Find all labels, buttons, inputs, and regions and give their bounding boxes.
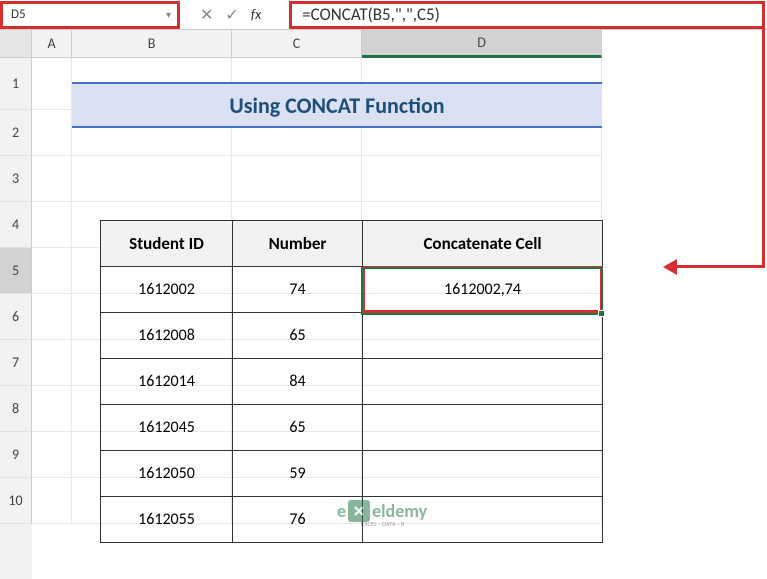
- row-header-3[interactable]: 3: [0, 156, 32, 202]
- col-header-B[interactable]: B: [72, 30, 232, 58]
- col-header-C[interactable]: C: [232, 30, 362, 58]
- grid: A B C D: [32, 30, 767, 579]
- cell-A4[interactable]: [32, 202, 72, 248]
- data-table: Student ID Number Concatenate Cell 16120…: [100, 220, 603, 543]
- cell-A9[interactable]: [32, 432, 72, 478]
- row-header-10[interactable]: 10: [0, 478, 32, 524]
- column-headers: A B C D: [32, 30, 767, 58]
- cell-A8[interactable]: [32, 386, 72, 432]
- table-row: 1612050 59: [101, 451, 603, 497]
- cancel-icon[interactable]: ✕: [200, 5, 213, 25]
- cell-A3[interactable]: [32, 156, 72, 202]
- cell-A1[interactable]: [32, 58, 72, 110]
- row-header-7[interactable]: 7: [0, 340, 32, 386]
- cell-A5[interactable]: [32, 248, 72, 294]
- cell-A7[interactable]: [32, 340, 72, 386]
- header-student-id[interactable]: Student ID: [101, 221, 233, 267]
- header-number[interactable]: Number: [233, 221, 363, 267]
- cell-student-id[interactable]: 1612045: [101, 405, 233, 451]
- header-concat[interactable]: Concatenate Cell: [363, 221, 603, 267]
- cell-A10[interactable]: [32, 478, 72, 524]
- fx-icon[interactable]: fx: [251, 6, 261, 23]
- table-header-row: Student ID Number Concatenate Cell: [101, 221, 603, 267]
- table-row: 1612008 65: [101, 313, 603, 359]
- name-box-value: D5: [11, 7, 26, 22]
- cell-concat[interactable]: [363, 359, 603, 405]
- cell-student-id[interactable]: 1612055: [101, 497, 233, 543]
- row-header-9[interactable]: 9: [0, 432, 32, 478]
- title-banner: Using CONCAT Function: [72, 82, 602, 128]
- cell-concat-result[interactable]: 1612002,74: [363, 267, 603, 313]
- concat-value: 1612002,74: [444, 280, 521, 299]
- row-header-8[interactable]: 8: [0, 386, 32, 432]
- formula-bar: D5 ▾ ✕ ✓ fx =CONCAT(B5,",",C5): [0, 0, 767, 30]
- cell-concat[interactable]: [363, 451, 603, 497]
- row-3: [32, 156, 767, 202]
- cell-student-id[interactable]: 1612002: [101, 267, 233, 313]
- cell-A2[interactable]: [32, 110, 72, 156]
- cell-student-id[interactable]: 1612014: [101, 359, 233, 405]
- col-header-A[interactable]: A: [32, 30, 72, 58]
- cell-student-id[interactable]: 1612008: [101, 313, 233, 359]
- row-header-2[interactable]: 2: [0, 110, 32, 156]
- row-header-6[interactable]: 6: [0, 294, 32, 340]
- cell-D3[interactable]: [362, 156, 602, 202]
- cell-C3[interactable]: [232, 156, 362, 202]
- cell-B3[interactable]: [72, 156, 232, 202]
- cell-number[interactable]: 84: [233, 359, 363, 405]
- name-box[interactable]: D5 ▾: [0, 1, 180, 29]
- cell-number[interactable]: 65: [233, 405, 363, 451]
- cell-number[interactable]: 65: [233, 313, 363, 359]
- row-header-4[interactable]: 4: [0, 202, 32, 248]
- table-row: 1612055 76: [101, 497, 603, 543]
- cell-concat[interactable]: [363, 313, 603, 359]
- row-header-5[interactable]: 5: [0, 248, 32, 294]
- cell-number[interactable]: 76: [233, 497, 363, 543]
- cell-A6[interactable]: [32, 294, 72, 340]
- row-header-1[interactable]: 1: [0, 58, 32, 110]
- row-headers: 1 2 3 4 5 6 7 8 9 10: [0, 30, 32, 579]
- check-icon[interactable]: ✓: [225, 5, 238, 25]
- cell-concat[interactable]: [363, 497, 603, 543]
- spreadsheet-area: 1 2 3 4 5 6 7 8 9 10 A B C D: [0, 30, 767, 579]
- cell-student-id[interactable]: 1612050: [101, 451, 233, 497]
- table-row: 1612045 65: [101, 405, 603, 451]
- formula-input[interactable]: =CONCAT(B5,",",C5): [289, 1, 765, 29]
- formula-text: =CONCAT(B5,",",C5): [302, 4, 440, 25]
- cell-number[interactable]: 59: [233, 451, 363, 497]
- chevron-down-icon[interactable]: ▾: [166, 8, 171, 21]
- select-all-corner[interactable]: [0, 30, 32, 58]
- formula-bar-buttons: ✕ ✓ fx: [180, 5, 289, 25]
- cell-number[interactable]: 74: [233, 267, 363, 313]
- table-row: 1612014 84: [101, 359, 603, 405]
- cell-concat[interactable]: [363, 405, 603, 451]
- table-row: 1612002 74 1612002,74: [101, 267, 603, 313]
- col-header-D[interactable]: D: [362, 30, 602, 58]
